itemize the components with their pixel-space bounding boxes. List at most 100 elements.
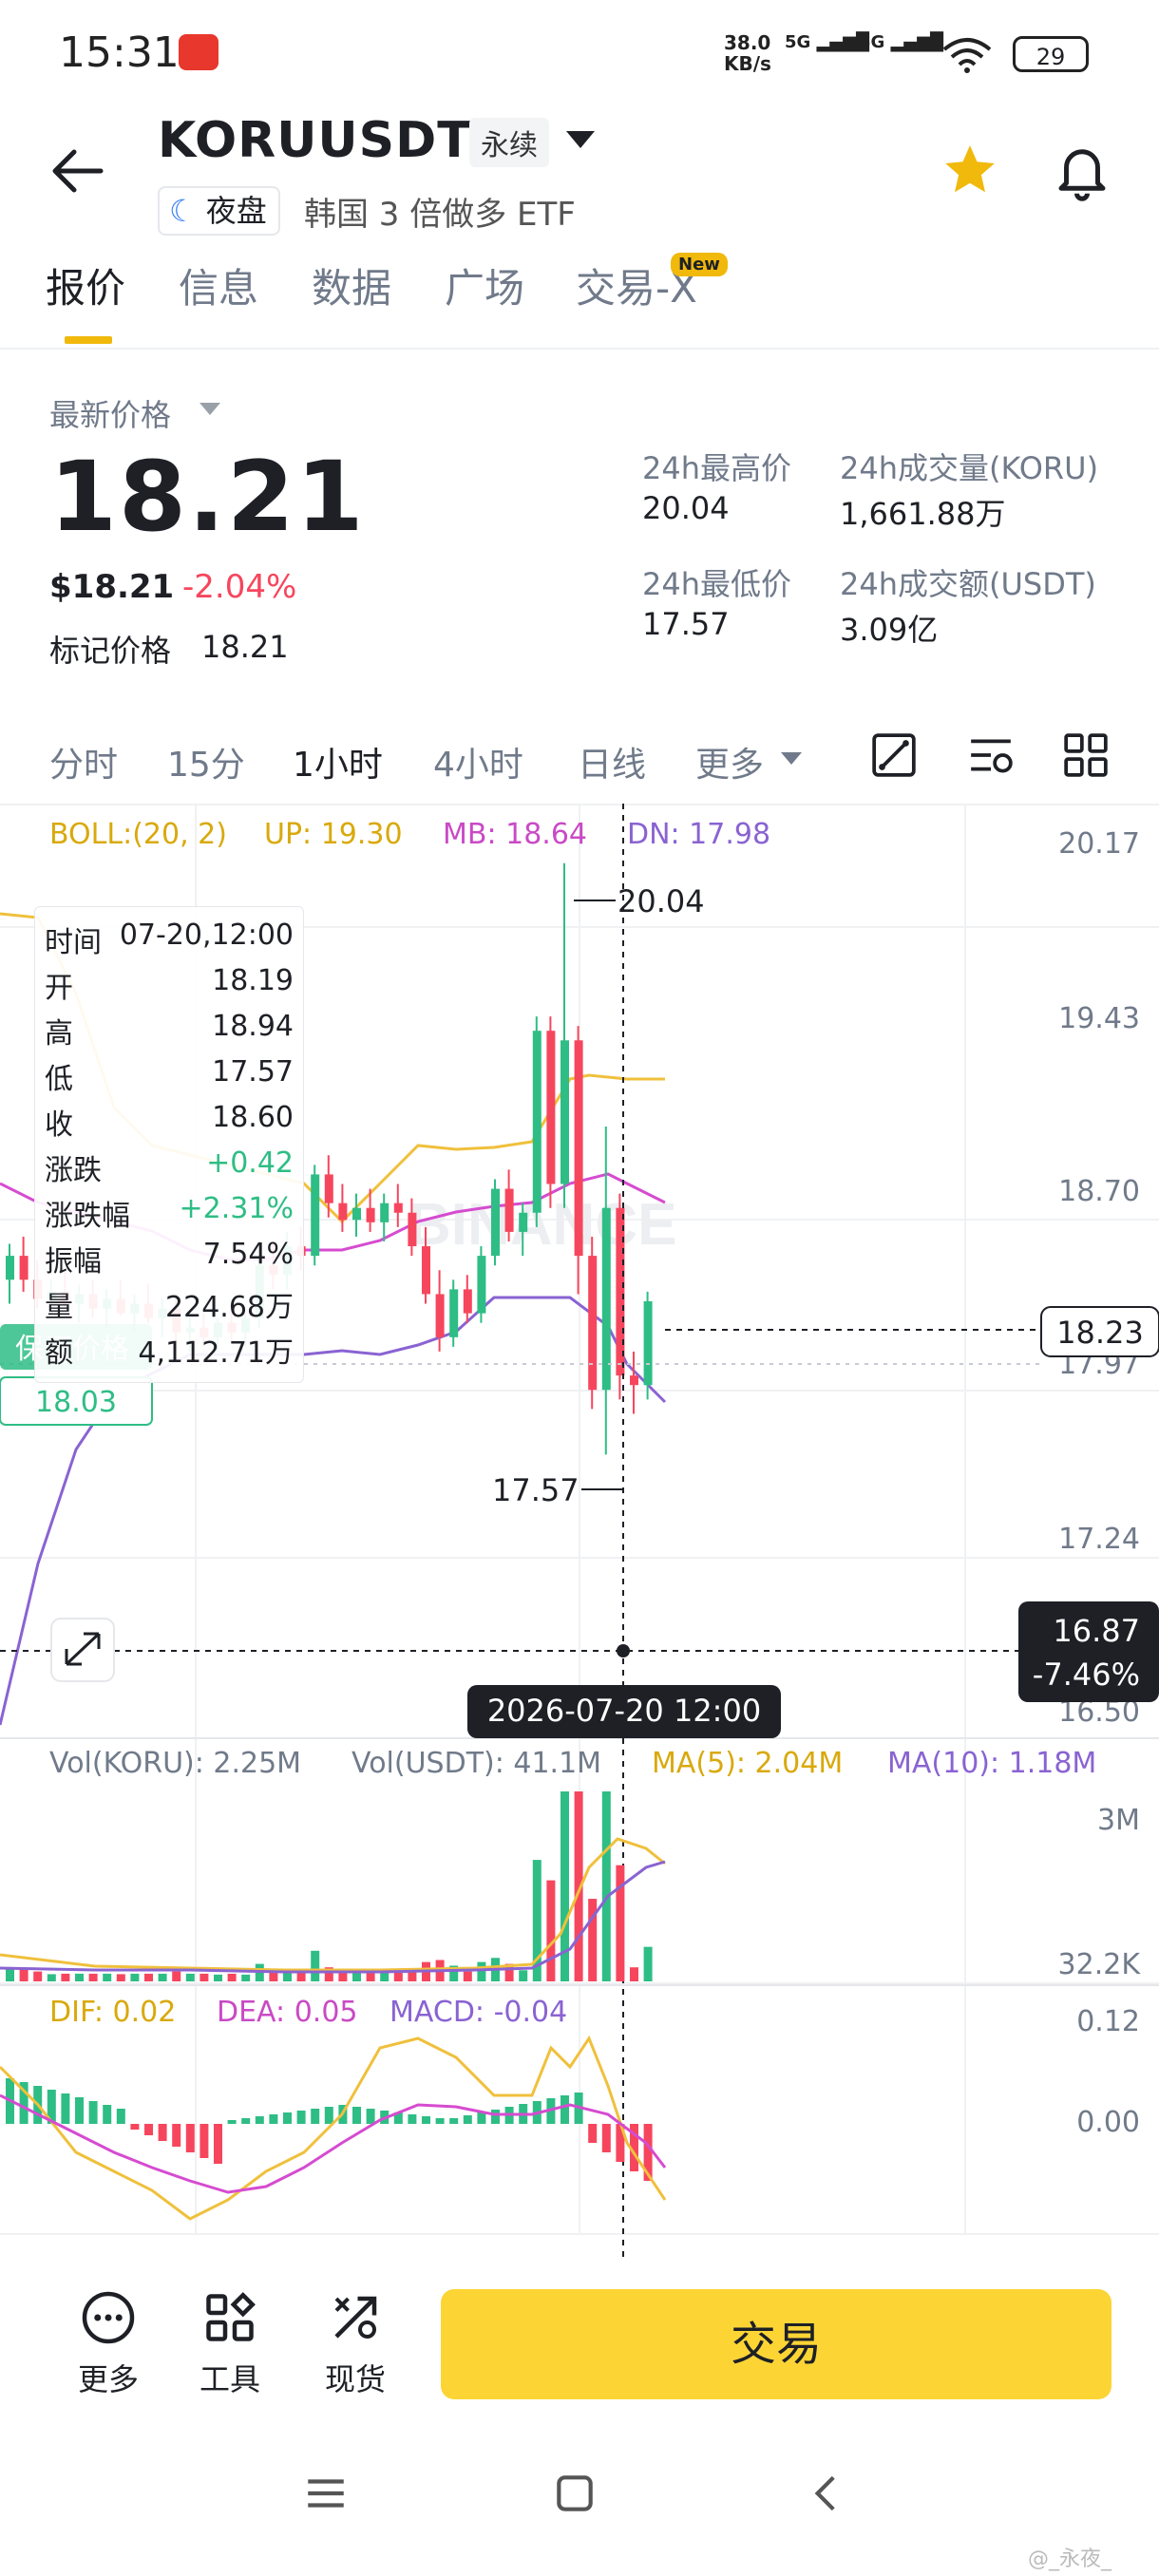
volume-bar xyxy=(33,1971,43,1981)
timeframe-1h[interactable]: 1小时 xyxy=(293,737,383,786)
candle-body xyxy=(574,1040,583,1257)
layout-grid-icon[interactable] xyxy=(1062,731,1110,779)
liq-price-value: 18.03 xyxy=(35,1386,117,1419)
volume-bar xyxy=(643,1946,653,1981)
macd-histogram-bar xyxy=(144,2124,153,2135)
high-value: 20.04 xyxy=(642,490,730,526)
wifi-icon xyxy=(942,38,992,73)
timeframe-time[interactable]: 分时 xyxy=(49,737,118,786)
more-icon[interactable] xyxy=(80,2289,137,2346)
bell-icon[interactable] xyxy=(1051,139,1113,201)
vol-coin-label: 24h成交量(KORU) xyxy=(840,450,1099,486)
symbol-title[interactable]: KORUUSDT xyxy=(158,112,472,169)
candle-body xyxy=(311,1174,320,1257)
candle-body xyxy=(643,1301,653,1386)
volume-bar xyxy=(47,1974,56,1981)
last-price-label[interactable]: 最新价格 xyxy=(49,391,171,435)
macd-histogram-bar xyxy=(477,2112,486,2124)
ohlc-tooltip: 时间 07-20,12:00 开 18.19 高 18.94 低 17.57 收 18.6… xyxy=(34,906,304,1383)
favorite-star-icon[interactable] xyxy=(940,141,999,199)
volume-bar xyxy=(88,1973,98,1981)
price-axis-tick: 18.70 xyxy=(1058,1175,1140,1208)
home-icon[interactable] xyxy=(551,2470,598,2517)
macd-histogram-bar xyxy=(311,2109,320,2124)
volume-bar xyxy=(103,1973,112,1981)
crosshair-point xyxy=(617,1644,630,1657)
macd-histogram-bar xyxy=(463,2115,472,2124)
volume-bar xyxy=(519,1970,528,1981)
candle-body xyxy=(532,1031,542,1213)
timeframe-4h[interactable]: 4小时 xyxy=(433,737,523,786)
macd-histogram-bar xyxy=(324,2107,333,2124)
last-price-dropdown-icon[interactable] xyxy=(200,403,220,415)
candle-body xyxy=(352,1207,361,1221)
tooltip-row: 振幅 7.54% xyxy=(45,1238,294,1279)
menu-icon[interactable] xyxy=(302,2470,350,2517)
candle-body xyxy=(366,1207,375,1222)
tooltip-row: 开 18.19 xyxy=(45,964,294,1005)
timeframe-15m[interactable]: 15分 xyxy=(167,737,245,786)
candle-body xyxy=(630,1375,638,1386)
candle-body xyxy=(435,1294,445,1337)
more-dropdown-icon[interactable] xyxy=(781,752,802,765)
volume-bar xyxy=(366,1972,375,1981)
chart-settings-icon[interactable] xyxy=(967,731,1015,779)
volume-bar xyxy=(158,1973,167,1981)
macd-histogram-bar xyxy=(158,2124,167,2141)
vol-koru-label: Vol(KORU): 2.25M xyxy=(49,1747,301,1780)
volume-bar xyxy=(214,1974,222,1981)
new-badge: New xyxy=(671,253,728,276)
mark-price-value: 18.21 xyxy=(201,629,289,665)
dea-label: DEA: 0.05 xyxy=(217,1996,358,2029)
spot-icon[interactable] xyxy=(327,2289,384,2346)
spot-label[interactable]: 现货 xyxy=(325,2356,386,2399)
volume-bar xyxy=(616,1865,625,1981)
volume-bar xyxy=(630,1967,638,1981)
candle-body xyxy=(519,1212,528,1232)
nav-back-icon[interactable] xyxy=(804,2470,851,2517)
tab-square[interactable]: 广场 xyxy=(445,256,524,314)
back-arrow-icon[interactable] xyxy=(49,142,106,199)
volume-bar xyxy=(61,1973,70,1981)
current-price-tag-text: 18.23 xyxy=(1056,1315,1144,1351)
candle-body xyxy=(338,1203,348,1221)
candle-body xyxy=(324,1174,333,1203)
timeframe-1d[interactable]: 日线 xyxy=(578,737,646,786)
tab-info[interactable]: 信息 xyxy=(179,256,258,314)
tooltip-row: 涨跌 +0.42 xyxy=(45,1146,294,1187)
candle-body xyxy=(19,1256,28,1280)
more-label[interactable]: 更多 xyxy=(78,2356,139,2399)
price-axis-tick: 19.43 xyxy=(1058,1002,1140,1035)
dif-label: DIF: 0.02 xyxy=(49,1996,176,2029)
macd-histogram-bar xyxy=(61,2093,70,2124)
tab-data[interactable]: 数据 xyxy=(312,256,391,314)
contract-type-badge[interactable]: 永续 xyxy=(469,118,549,167)
tooltip-row: 高 18.94 xyxy=(45,1010,294,1051)
macd-histogram-bar xyxy=(435,2118,445,2124)
timeframe-more[interactable]: 更多 xyxy=(695,737,764,786)
crosshair-time: 2026-07-20 12:00 xyxy=(487,1693,761,1729)
trade-button[interactable]: 交易 xyxy=(441,2289,1112,2399)
vol-ma5-label: MA(5): 2.04M xyxy=(652,1747,843,1780)
macd-histogram-bar xyxy=(172,2124,181,2147)
boll-mb-label: MB: 18.64 xyxy=(443,818,587,851)
macd-histogram-bar xyxy=(185,2124,195,2152)
tools-label[interactable]: 工具 xyxy=(200,2356,260,2399)
volume-bar xyxy=(463,1971,472,1981)
tab-quote[interactable]: 报价 xyxy=(46,256,125,314)
symbol-dropdown-caret-icon[interactable] xyxy=(566,131,595,148)
chart-draw-icon[interactable] xyxy=(870,731,918,779)
candle-body xyxy=(477,1256,486,1314)
macd-histogram-bar xyxy=(352,2107,361,2124)
low-value: 17.57 xyxy=(642,606,730,642)
macd-histogram-bar xyxy=(601,2124,611,2152)
volume-bar xyxy=(19,1969,28,1981)
crosshair-percent: -7.46% xyxy=(1033,1657,1140,1693)
tools-icon[interactable] xyxy=(201,2289,258,2346)
macd-label: MACD: -0.04 xyxy=(390,1996,567,2029)
macd-axis-tick: 0.12 xyxy=(1076,2005,1140,2038)
macd-histogram-bar xyxy=(116,2109,125,2124)
divider xyxy=(0,348,1159,350)
battery-indicator: 29 xyxy=(1013,36,1089,72)
macd-histogram-bar xyxy=(88,2101,98,2124)
